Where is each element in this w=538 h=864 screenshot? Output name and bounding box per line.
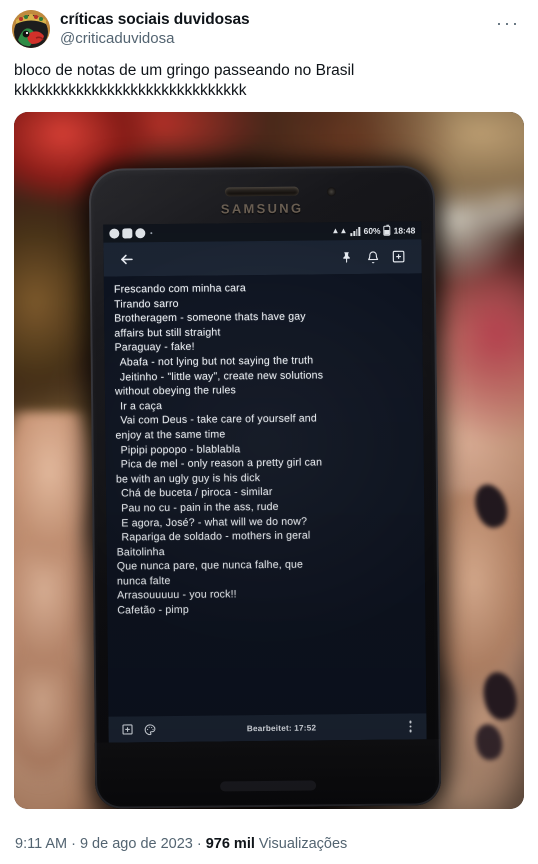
notes-bottombar: Bearbeitet: 17:52 [108, 713, 427, 743]
separator-2: · [196, 836, 202, 852]
note-lines-container: Frescando com minha cara Tirando sarro Bro… [114, 279, 417, 618]
back-arrow-icon[interactable] [113, 246, 139, 272]
whatsapp-icon [109, 228, 120, 239]
statusbar-system: ▲▲ 60% 18:48 [331, 225, 415, 236]
battery-percent: 60% [363, 225, 381, 236]
separator-1: · [71, 836, 76, 852]
statusbar-notifications [109, 226, 331, 239]
more-menu-button[interactable]: ··· [496, 10, 526, 32]
phone-chin [94, 739, 442, 809]
note-line: Cafetão - pimp [117, 603, 189, 617]
avatar[interactable] [12, 10, 50, 48]
note-content[interactable]: Frescando com minha cara Tirando sarro Bro… [103, 273, 427, 717]
instagram-icon [122, 228, 133, 239]
display-name[interactable]: críticas sociais duvidosas [60, 11, 496, 29]
add-box-icon[interactable] [116, 718, 138, 740]
handle[interactable]: @criticaduvidosa [60, 30, 496, 47]
earpiece-speaker [224, 186, 299, 197]
appbar-spacer [140, 257, 334, 259]
bell-icon[interactable] [359, 244, 385, 270]
tweet-photo[interactable]: SAMSUNG ▲▲ 60% 18:48 Frescando com minha… [14, 112, 524, 809]
app-icon [135, 228, 146, 239]
author-name-block: críticas sociais duvidosas @criticaduvid… [60, 10, 496, 47]
notes-appbar [103, 239, 422, 277]
more-dot-icon [150, 232, 153, 235]
palette-icon[interactable] [138, 718, 160, 740]
tweet-header: críticas sociais duvidosas @criticaduvid… [0, 0, 538, 56]
phone-device: SAMSUNG ▲▲ 60% 18:48 Frescando com minha… [88, 165, 442, 809]
battery-icon [383, 225, 391, 236]
add-image-icon[interactable] [385, 243, 411, 269]
kebab-menu-icon[interactable] [402, 720, 418, 733]
tweet-date: 9 de ago de 2023 [79, 836, 193, 852]
cartoon-avatar-icon [12, 10, 50, 48]
tweet-time: 9:11 AM [15, 836, 68, 852]
tweet-text-line-1: bloco de notas de um gringo passeando no… [14, 62, 355, 79]
cell-bars-icon [350, 226, 361, 236]
tweet-text-line-2: kkkkkkkkkkkkkkkkkkkkkkkkkkkkkk [14, 81, 247, 99]
home-button [220, 780, 317, 792]
front-camera [326, 187, 336, 197]
tweet-text: bloco de notas de um gringo passeando no… [0, 56, 538, 100]
tweet-footer: 9:11 AM · 9 de ago de 2023 · 976 mil Vis… [0, 824, 538, 864]
tweet-card: críticas sociais duvidosas @criticaduvid… [0, 0, 538, 864]
views-count: 976 mil [205, 836, 255, 852]
phone-screen: ▲▲ 60% 18:48 Frescando com minha cara Ti… [103, 221, 427, 743]
views-label: Visualizações [258, 836, 348, 852]
signal-icon: ▲▲ [331, 226, 348, 236]
edited-timestamp: Bearbeitet: 17:52 [246, 722, 317, 733]
pin-icon[interactable] [333, 244, 359, 270]
statusbar-clock: 18:48 [393, 225, 416, 236]
brand-logo: SAMSUNG [220, 200, 304, 217]
